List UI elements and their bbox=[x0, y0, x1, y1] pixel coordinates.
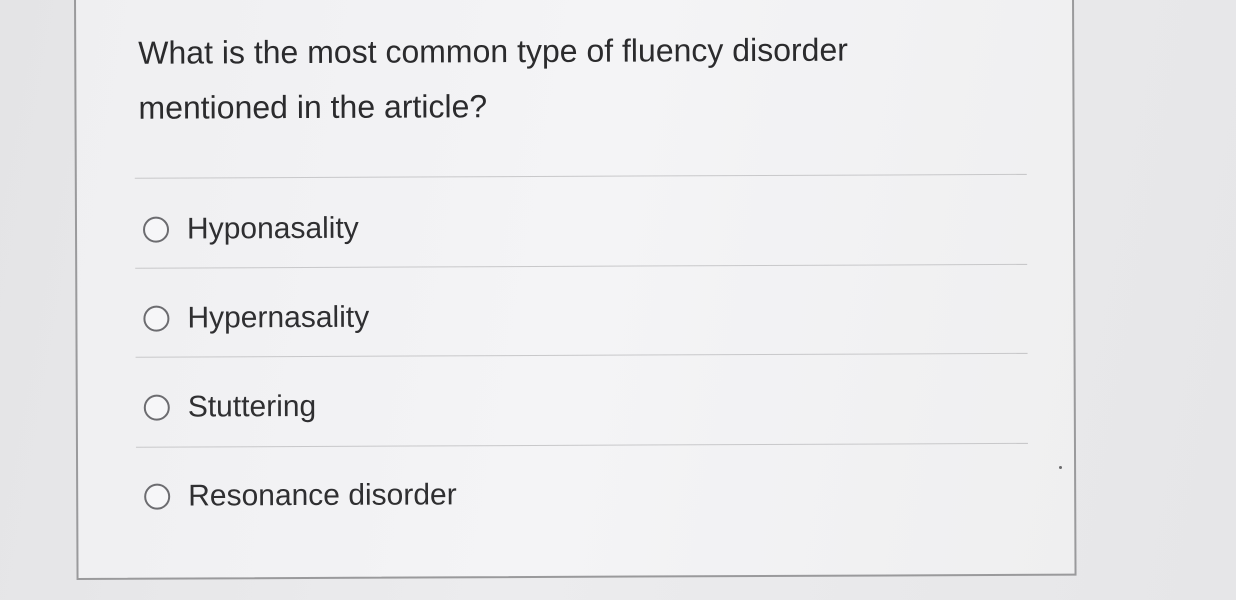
divider bbox=[134, 173, 1027, 179]
radio-button-icon[interactable] bbox=[143, 305, 170, 332]
divider bbox=[135, 263, 1028, 269]
radio-button-icon[interactable] bbox=[144, 483, 171, 510]
dust-speck bbox=[1059, 466, 1062, 469]
radio-button-icon[interactable] bbox=[142, 216, 170, 243]
option-hyponasality[interactable]: Hyponasality bbox=[142, 211, 359, 248]
radio-button-icon[interactable] bbox=[143, 394, 170, 421]
option-hypernasality[interactable]: Hypernasality bbox=[143, 300, 369, 337]
question-text: What is the most common type of fluency … bbox=[138, 31, 848, 126]
divider bbox=[135, 442, 1028, 448]
option-stuttering[interactable]: Stuttering bbox=[143, 389, 317, 426]
option-label: Resonance disorder bbox=[188, 478, 457, 513]
option-resonance-disorder[interactable]: Resonance disorder bbox=[144, 477, 457, 514]
question-card: What is the most common type of fluency … bbox=[74, 0, 1077, 580]
divider bbox=[135, 352, 1028, 358]
option-label: Hypernasality bbox=[187, 300, 370, 335]
option-label: Stuttering bbox=[187, 389, 317, 424]
option-label: Hyponasality bbox=[186, 211, 359, 246]
